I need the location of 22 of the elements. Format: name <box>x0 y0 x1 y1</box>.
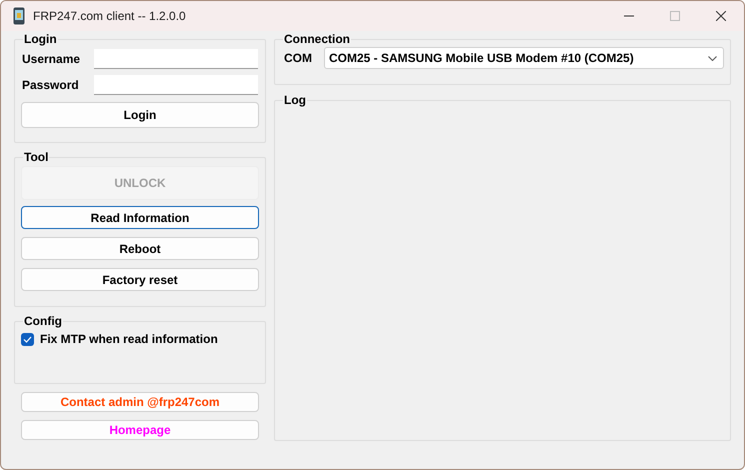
field-label: Username <box>22 51 82 68</box>
checkbox-label: Fix MTP when read information <box>40 331 218 348</box>
close-icon <box>716 11 726 21</box>
tool-button[interactable]: Reboot <box>21 237 259 260</box>
group-title: Login <box>23 32 58 46</box>
group-title: Config <box>23 314 63 328</box>
group-title: Log <box>283 93 307 107</box>
login-button[interactable]: Login <box>21 102 259 128</box>
maximize-icon <box>670 11 680 21</box>
tool-button[interactable]: Read Information <box>21 206 259 229</box>
checkbox[interactable] <box>21 332 34 346</box>
tool-button[interactable]: Factory reset <box>21 268 259 291</box>
field-label: Password <box>22 77 80 94</box>
phone-icon <box>13 7 25 25</box>
group-title: Connection <box>283 32 351 46</box>
chevron-down-icon <box>708 56 717 60</box>
group-title: Tool <box>23 150 50 164</box>
input-field[interactable] <box>94 49 258 69</box>
window-title: FRP247.com client -- 1.2.0.0 <box>33 8 186 25</box>
com-dropdown[interactable]: COM25 - SAMSUNG Mobile USB Modem #10 (COM25) <box>324 47 724 69</box>
input-field[interactable] <box>94 75 258 95</box>
com-label: COM <box>283 50 313 67</box>
